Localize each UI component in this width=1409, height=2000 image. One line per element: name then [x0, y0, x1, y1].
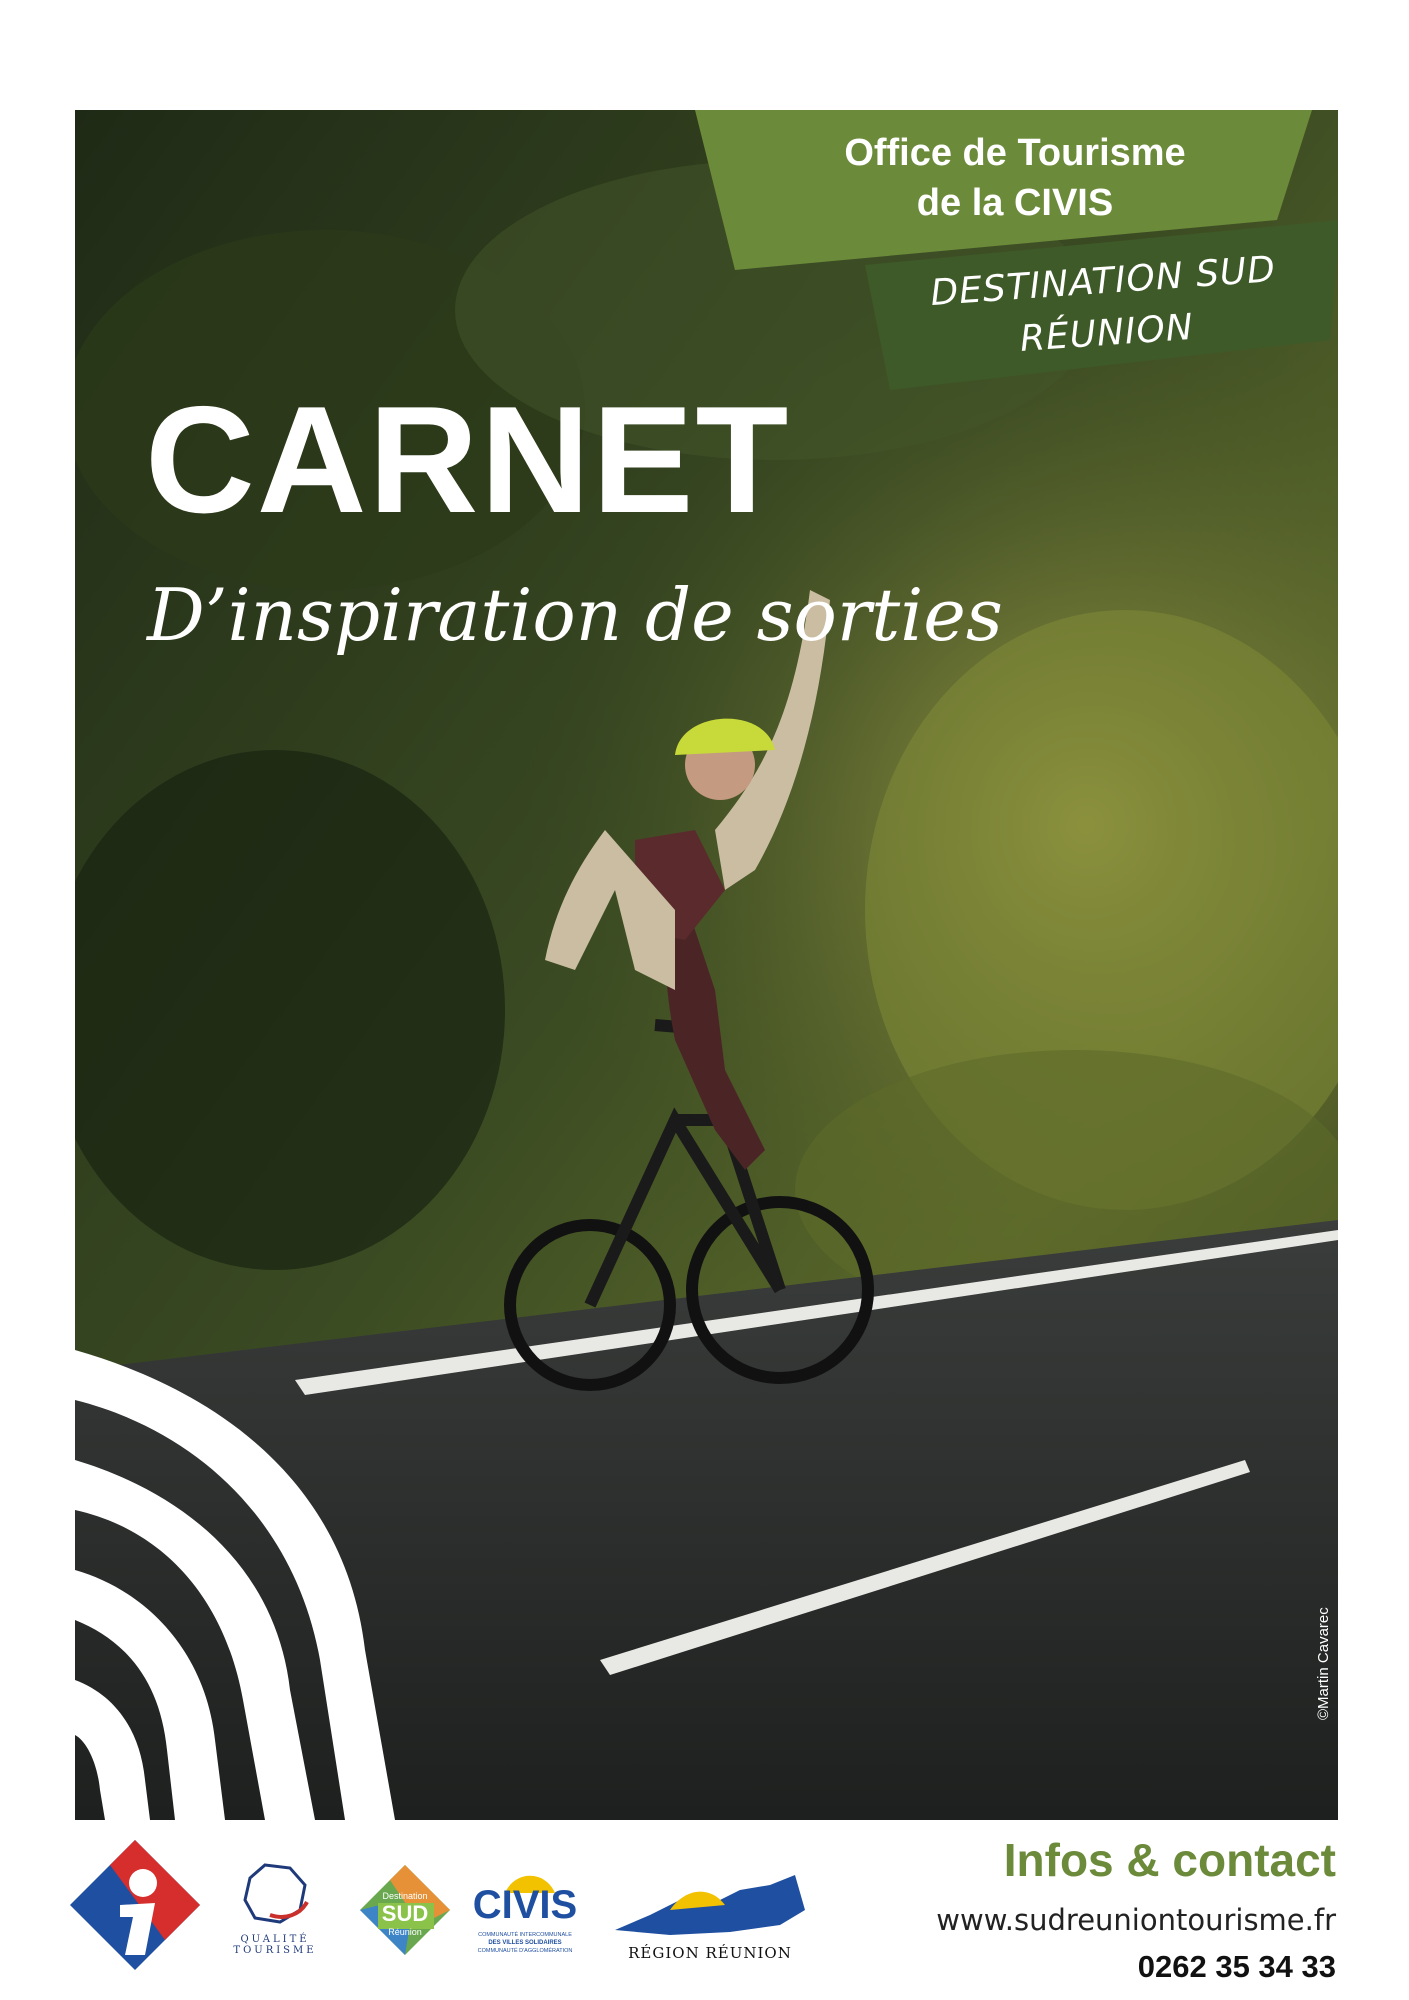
cover-photo: Office de Tourisme de la CIVIS DESTINATI…	[75, 110, 1338, 1820]
decorative-stripes	[75, 1350, 395, 1820]
destination-word: Destination	[382, 1891, 428, 1901]
civis-caption2: DES VILLES SOLIDAIRES	[488, 1940, 562, 1946]
qualite-line: QUALITÉ	[240, 1934, 310, 1945]
partner-logos: QUALITÉ TOURISME Destination SUD Réunion…	[65, 1835, 825, 1985]
civis-word: CIVIS	[472, 1883, 578, 1927]
france-map-icon	[243, 1863, 309, 1924]
civis-logo: CIVIS COMMUNAUTÉ INTERCOMMUNALE DES VILL…	[470, 1865, 580, 1975]
qualite-tourisme-logo: QUALITÉ TOURISME	[225, 1860, 325, 1970]
cover-title: CARNET	[145, 375, 791, 545]
office-title: Office de Tourisme de la CIVIS	[765, 128, 1265, 228]
photo-credit-text: ©Martin Cavarec	[1315, 1607, 1332, 1720]
tourist-info-logo	[70, 1840, 200, 1970]
region-caption: RÉGION RÉUNION	[628, 1944, 792, 1962]
civis-caption1: COMMUNAUTÉ INTERCOMMUNALE	[478, 1932, 572, 1938]
tourisme-line: TOURISME	[233, 1945, 317, 1956]
destination-sud-logo: Destination SUD Réunion	[360, 1865, 450, 1975]
sud-word: SUD	[381, 1901, 429, 1926]
office-title-line1: Office de Tourisme	[844, 132, 1186, 174]
destination-banner: DESTINATION SUD RÉUNION	[865, 220, 1338, 395]
reunion-word: Réunion	[388, 1927, 422, 1937]
region-reunion-logo: RÉGION RÉUNION	[610, 1870, 810, 1975]
contact-heading: Infos & contact	[1003, 1834, 1336, 1886]
region-island-icon	[615, 1875, 805, 1935]
photo-credit: ©Martin Cavarec	[1315, 1607, 1335, 1740]
phone-number[interactable]: 0262 35 34 33	[1138, 1949, 1336, 1985]
website-link[interactable]: www.sudreuniontourisme.fr	[936, 1903, 1336, 1937]
cover-subtitle: D’inspiration de sorties	[147, 573, 1003, 657]
civis-caption3: COMMUNAUTÉ D'AGGLOMÉRATION	[477, 1948, 573, 1954]
